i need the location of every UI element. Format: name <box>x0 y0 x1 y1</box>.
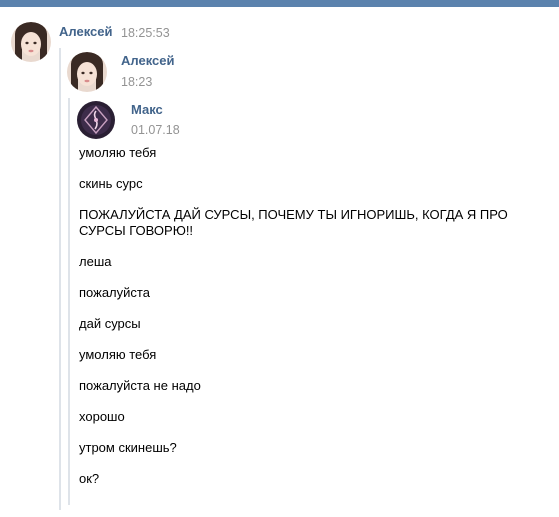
message-line: пожалуйста не надо <box>79 378 201 393</box>
nested-forwarded-date[interactable]: 01.07.18 <box>131 123 180 137</box>
message-lines: умоляю тебя скинь сурс ПОЖАЛУЙСТА ДАЙ СУ… <box>79 145 519 502</box>
avatar-maks[interactable] <box>77 101 115 139</box>
forwarded-author[interactable]: Алексей <box>121 53 175 68</box>
message-line: умоляю тебя <box>79 347 157 362</box>
nested-forwarded-author[interactable]: Макс <box>131 102 163 117</box>
forwarded-time[interactable]: 18:23 <box>121 75 152 89</box>
message-line: ПОЖАЛУЙСТА ДАЙ СУРСЫ, ПОЧЕМУ ТЫ ИГНОРИШЬ… <box>79 207 508 238</box>
message-line: леша <box>79 254 112 269</box>
message-line: скинь сурс <box>79 176 143 191</box>
forward-line-outer <box>59 48 61 510</box>
message-author[interactable]: Алексей <box>59 24 113 39</box>
message-line: хорошо <box>79 409 125 424</box>
avatar-alexey[interactable] <box>11 22 51 62</box>
message-line: дай сурсы <box>79 316 141 331</box>
avatar-alexey-forwarded[interactable] <box>67 52 107 92</box>
message-line: утром скинешь? <box>79 440 177 455</box>
message-time[interactable]: 18:25:53 <box>121 26 170 40</box>
message-line: пожалуйста <box>79 285 150 300</box>
forward-line-inner <box>68 98 70 505</box>
top-bar <box>0 0 559 7</box>
message-line: ок? <box>79 471 100 486</box>
message-line: умоляю тебя <box>79 145 157 160</box>
